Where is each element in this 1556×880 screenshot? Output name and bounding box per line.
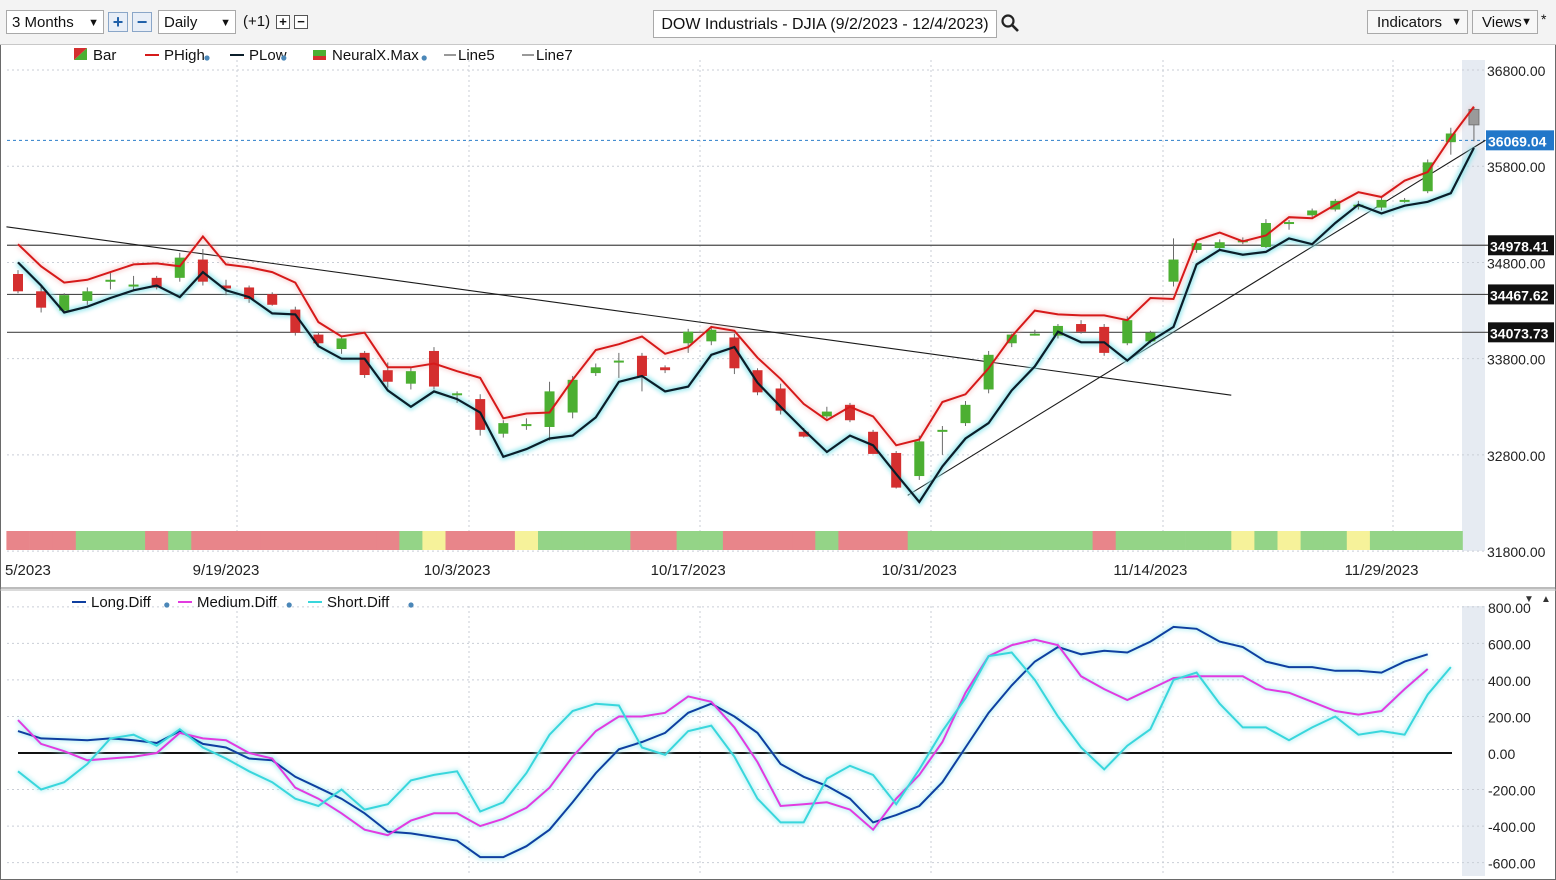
indicators-label: Indicators <box>1377 14 1443 31</box>
offset-plus-button[interactable]: + <box>276 15 290 29</box>
period-value: 3 Months <box>12 14 74 31</box>
views-button[interactable]: Views ▼ <box>1472 10 1538 34</box>
symbol-title[interactable]: DOW Industrials - DJIA (9/2/2023 - 12/4/… <box>653 10 997 38</box>
offset-label: (+1) <box>243 13 271 30</box>
views-label: Views <box>1482 14 1522 31</box>
chevron-down-icon: ▼ <box>88 17 99 29</box>
views-modified-marker: * <box>1541 11 1547 27</box>
chevron-down-icon: ▼ <box>220 17 231 29</box>
interval-select[interactable]: Daily ▼ <box>158 10 236 34</box>
interval-value: Daily <box>164 14 198 31</box>
indicators-button[interactable]: Indicators ▼ <box>1367 10 1468 34</box>
chevron-down-icon: ▼ <box>1451 16 1462 28</box>
toolbar: 3 Months ▼ + − Daily ▼ (+1) + − DOW Indust… <box>0 0 1556 45</box>
period-select[interactable]: 3 Months ▼ <box>6 10 104 34</box>
zoom-in-button[interactable]: + <box>108 12 128 32</box>
offset-minus-button[interactable]: − <box>294 15 308 29</box>
window-frame <box>0 0 1556 880</box>
chevron-down-icon: ▼ <box>1521 16 1532 28</box>
search-icon[interactable] <box>1000 13 1020 33</box>
zoom-out-button[interactable]: − <box>132 12 152 32</box>
